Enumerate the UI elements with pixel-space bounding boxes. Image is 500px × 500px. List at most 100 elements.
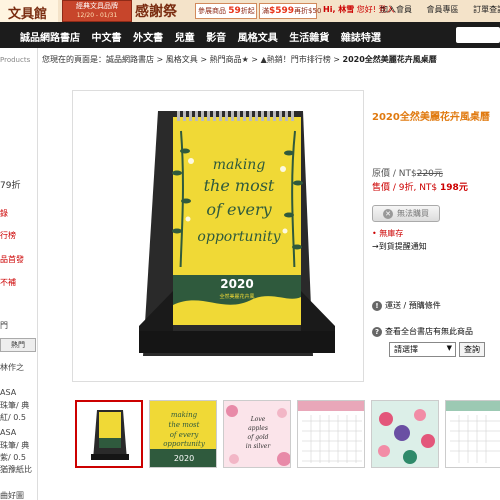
thumbnail-image [372,401,438,467]
svg-text:of gold: of gold [248,434,269,441]
sidebar-item-ranking[interactable]: 行榜 [0,230,16,241]
svg-text:of every: of every [170,431,200,439]
original-price-value: 220元 [416,169,443,179]
sidebar-item-no-restock[interactable]: 不補 [0,277,16,288]
thumbnail-year: 2020 [174,454,194,463]
list-item[interactable]: 林作之 [0,362,24,373]
original-price: 原價 / NT$220元 [372,166,443,179]
list-item[interactable]: 紅/ 0.5 [0,412,26,423]
sale-price-value: 198元 [440,183,468,193]
thumbnail-grid[interactable] [297,400,365,468]
list-item[interactable]: 猶豫紙比 [0,464,32,475]
event-title[interactable]: 感謝祭 [135,1,177,21]
breadcrumb-item[interactable]: 熱門商品★ [210,55,249,64]
product-main-image[interactable]: making the most of every opportunity 202… [72,90,364,382]
thumbnail-image [446,401,500,467]
stock-status: • 無庫存 [372,229,404,238]
help-icon: ? [372,326,382,337]
nav-item-chinese-books[interactable]: 中文書 [92,33,122,44]
promo2-label: 滿 [262,7,269,15]
list-item[interactable]: 曲好圖 [0,490,24,500]
shipping-info[interactable]: ! 運送 / 預購條件 [372,300,441,311]
sale-price: 售價 / 9折, NT$ 198元 [372,180,468,193]
search-input[interactable] [456,27,500,43]
promo1-label: 參展商品 [198,7,226,15]
calendar-text-line: making [213,157,266,173]
restock-notify-link[interactable]: →到貨提醒通知 [372,241,427,252]
sidebar-section-label: 門 [0,321,8,330]
store-select-value: 請選擇 [394,345,418,354]
thumbnail-image [77,402,141,466]
store-availability-label: 查看全台書店有無此商品 [385,327,473,336]
list-item[interactable]: ASA [0,428,16,437]
thumbnail-desk[interactable] [75,400,143,468]
stock-status-text: 無庫存 [379,229,404,238]
list-item[interactable]: 珠筆/ 典 [0,440,29,451]
thumbnail-image [298,401,364,467]
event-tag[interactable]: 經典文具品牌 12/20 - 01/31 [62,0,132,22]
buy-button[interactable]: ✕ 無法購買 [372,205,440,222]
breadcrumb-item[interactable]: 誠品網路書店 [106,55,154,64]
thumbnail-image: making the most of everyopportunity 2020 [150,401,216,467]
thumbnail-yellow[interactable]: making the most of every opportunity 2020 [149,400,217,468]
query-button[interactable]: 查詢 [459,342,485,357]
account-links: 加入會員 會員專區 訂單查詢 [380,4,500,15]
promo1-unit: 折起 [240,7,255,15]
top-banner: 文具館 經典文具品牌 12/20 - 01/31 感謝祭 參展商品 59折起 滿… [0,0,500,22]
left-sidebar: Products 79折 錄 行榜 品首發 不補 門 熱門 林作之 ASA 珠筆… [0,48,38,500]
nav-item-stationery[interactable]: 風格文具 [238,33,278,44]
sidebar-item-catalog[interactable]: 錄 [0,208,8,219]
nav-item-foreign-books[interactable]: 外文書 [133,33,163,44]
nav-item-magazines[interactable]: 雜誌特選 [341,33,381,44]
user-name: Hi, 林雪 [323,5,355,14]
event-tag-main: 經典文具品牌 [76,2,118,10]
main-nav: 誠品網路書店 中文書 外文書 兒童 影音 風格文具 生活雜貨 雜誌特選 [0,22,500,48]
list-item[interactable]: 珠筆/ 典 [0,400,29,411]
sidebar-products-label: Products [0,56,31,64]
thumbnail-strip: making the most of every opportunity 2020 … [75,400,500,470]
breadcrumb-current: 2020全然美麗花卉風桌曆 [342,55,437,64]
nav-item-home[interactable]: 誠品網路書店 [20,33,80,44]
svg-text:opportunity: opportunity [163,440,206,448]
promo2-unit: 再折$50 [294,7,322,15]
breadcrumb-item[interactable]: 風格文具 [166,55,198,64]
promo-badge-discount[interactable]: 參展商品 59折起 [195,3,257,19]
sidebar-discount[interactable]: 79折 [0,178,20,191]
link-order-query[interactable]: 訂單查詢 [473,5,500,14]
original-price-label: 原價 / NT$ [372,169,417,179]
store-logo[interactable]: 文具館 [0,0,58,22]
promo1-value: 59 [228,6,241,16]
store-select[interactable]: 請選擇 ▼ [389,342,456,357]
link-member-area[interactable]: 會員專區 [427,5,459,14]
store-availability: ? 查看全台書店有無此商品 [372,326,473,337]
thumbnail-grid-2[interactable] [445,400,500,468]
thumbnail-pink[interactable]: Love apples of gold in silver [223,400,291,468]
cart-icon: ✕ [383,208,393,219]
shipping-info-label: 運送 / 預購條件 [385,301,441,310]
link-join-member[interactable]: 加入會員 [380,5,412,14]
tab-popular[interactable]: 熱門 [0,338,36,352]
svg-text:Love: Love [250,416,266,423]
calendar-text-line: the most [204,176,275,195]
thumbnail-image: Love apples of gold in silver [224,401,290,467]
breadcrumb-item[interactable]: ▲熱銷！門市排行榜 [261,55,331,64]
breadcrumb-prefix: 您現在的頁面是： [42,55,106,64]
calendar-subtitle: 全然美麗花卉風 [219,293,254,300]
product-title: 2020全然美麗花卉風桌曆 [372,112,490,123]
svg-text:making: making [171,411,198,419]
promo-badge-spend[interactable]: 滿$599再折$50 [259,3,321,19]
calendar-text-line: of every [206,200,272,219]
chevron-down-icon: ▼ [446,344,452,352]
nav-item-children[interactable]: 兒童 [175,33,195,44]
sidebar-item-new[interactable]: 品首發 [0,254,24,265]
nav-item-media[interactable]: 影音 [206,33,226,44]
calendar-year: 2020 [220,277,253,291]
nav-item-lifestyle[interactable]: 生活雜貨 [289,33,329,44]
thumbnail-flowers[interactable] [371,400,439,468]
calendar-illustration: making the most of every opportunity 202… [139,111,335,356]
promo2-value: $599 [269,6,295,16]
list-item[interactable]: ASA [0,388,16,397]
list-item[interactable]: 紫/ 0.5 [0,452,26,463]
buy-button-label: 無法購買 [397,209,429,218]
svg-text:the most: the most [169,421,200,429]
